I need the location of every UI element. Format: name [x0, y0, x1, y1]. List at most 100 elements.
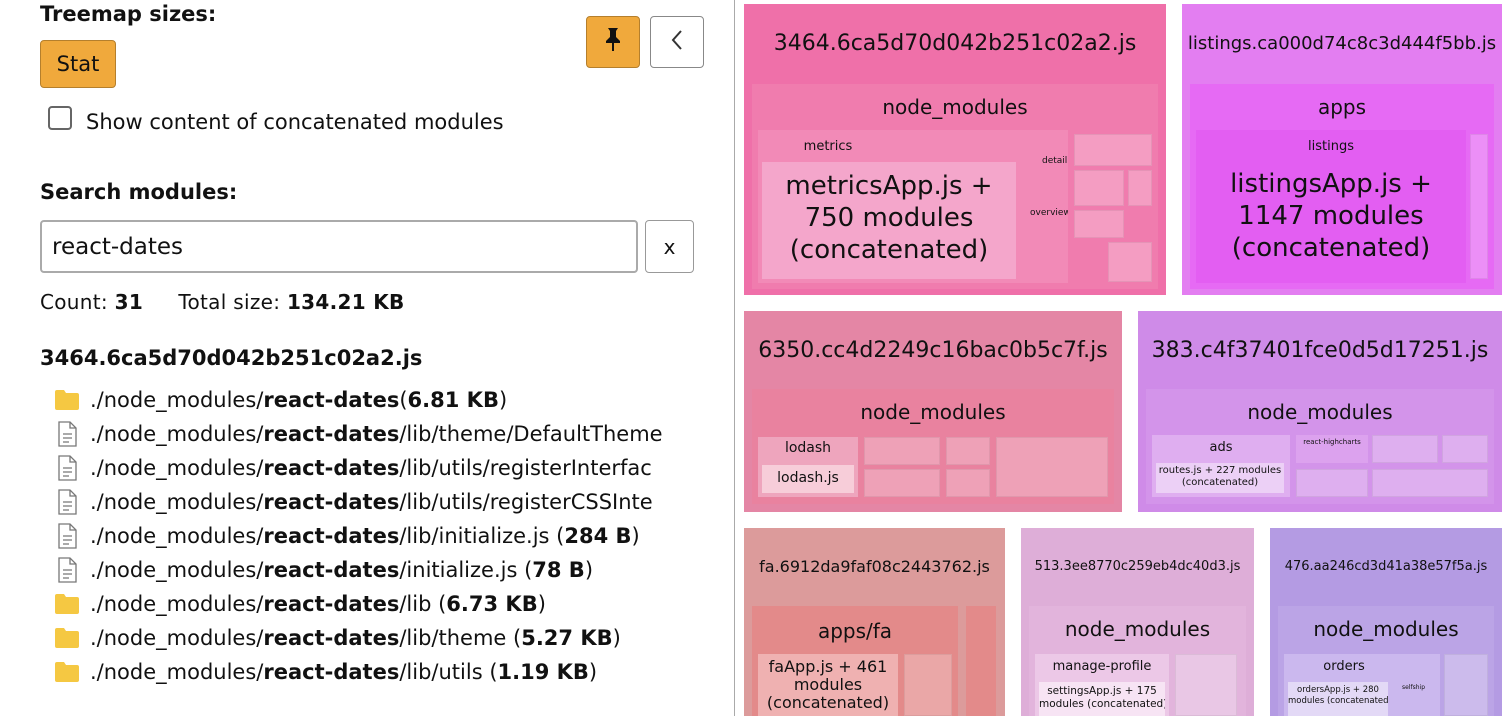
- result-path-prefix: ./node_modules/: [90, 524, 264, 548]
- search-result-item[interactable]: ./node_modules/react-dates/lib/theme (5.…: [54, 623, 694, 653]
- chunk-label: 3464.6ca5d70d042b251c02a2.js: [773, 31, 1137, 56]
- concat-label-line2: 1147 modules: [1238, 201, 1424, 231]
- search-result-item[interactable]: ./node_modules/react-dates/initialize.js…: [54, 555, 694, 585]
- search-title: Search modules:: [40, 180, 238, 204]
- treemap-group[interactable]: apps/fa faApp.js + 461 modules (concaten…: [752, 606, 958, 716]
- result-size-close: ): [498, 388, 508, 412]
- toggle-sidebar-button[interactable]: [650, 16, 704, 68]
- treemap-folder[interactable]: manage-profile settingsApp.js + 175 modu…: [1035, 654, 1169, 716]
- treemap-group[interactable]: node_modules metrics metricsApp.js + 750…: [752, 84, 1158, 289]
- result-size-close: ): [588, 660, 598, 684]
- concat-modules-label[interactable]: Show content of concatenated modules: [86, 110, 504, 134]
- treemap-group[interactable]: node_modules lodash lodash.js: [752, 389, 1114, 504]
- result-size: 5.27 KB: [521, 626, 613, 650]
- treemap-group[interactable]: node_modules ads routes.js + 227 modules…: [1146, 389, 1494, 504]
- file-icon: [54, 455, 80, 481]
- treemap-chunk-383[interactable]: 383.c4f37401fce0d5d17251.js node_modules…: [1138, 311, 1502, 512]
- group-label: node_modules: [882, 95, 1028, 119]
- treemap-folder[interactable]: orders ordersApp.js + 280 modules (conca…: [1284, 654, 1440, 716]
- treemap-concat-module[interactable]: ordersApp.js + 280 modules (concatenated…: [1288, 682, 1388, 716]
- result-path-prefix: ./node_modules/: [90, 558, 264, 582]
- treemap-concat-module[interactable]: metricsApp.js + 750 modules (concatenate…: [762, 162, 1016, 279]
- result-size: 78 B: [532, 558, 585, 582]
- treemap-folder[interactable]: react-highcharts: [1296, 435, 1368, 463]
- sidebar-resize-handle[interactable]: [734, 0, 735, 716]
- treemap-chunk-3464[interactable]: 3464.6ca5d70d042b251c02a2.js node_module…: [744, 4, 1166, 295]
- treemap-group[interactable]: node_modules manage-profile settingsApp.…: [1029, 606, 1246, 716]
- treemap-group[interactable]: apps listings listingsApp.js + 1147 modu…: [1190, 84, 1494, 289]
- treemap-concat-module[interactable]: settingsApp.js + 175 modules (concatenat…: [1039, 682, 1165, 716]
- result-path-match: react-dates: [263, 388, 400, 412]
- group-label: node_modules: [1064, 617, 1211, 641]
- result-path-suffix: (: [399, 388, 408, 412]
- group-label: node_modules: [1247, 400, 1393, 424]
- treemap-chunk-listings[interactable]: listings.ca000d74c8c3d444f5bb.js apps li…: [1182, 4, 1502, 295]
- file-icon: [54, 557, 80, 583]
- search-result-item[interactable]: ./node_modules/react-dates/lib/initializ…: [54, 521, 694, 551]
- treemap-folder[interactable]: lodash lodash.js: [758, 437, 858, 497]
- result-path-suffix: /lib/theme (: [399, 626, 522, 650]
- treemap-chunk-513[interactable]: 513.3ee8770c259eb4dc40d3.js node_modules…: [1021, 528, 1254, 716]
- treemap[interactable]: 3464.6ca5d70d042b251c02a2.js node_module…: [736, 0, 1510, 716]
- treemap-concat-module[interactable]: routes.js + 227 modules (concatenated): [1156, 463, 1284, 493]
- result-path-suffix: /lib/utils/registerInterfac: [399, 456, 652, 480]
- concat-label-line3: (concatenated): [766, 693, 890, 712]
- pin-sidebar-button[interactable]: [586, 16, 640, 68]
- treemap-module[interactable]: lodash.js: [762, 465, 854, 493]
- result-path-match: react-dates: [263, 592, 400, 616]
- sidebar: Treemap sizes: Stat Show content of conc…: [0, 0, 735, 716]
- search-result-item[interactable]: ./node_modules/react-dates/lib/utils (1.…: [54, 657, 694, 687]
- search-result-item[interactable]: ./node_modules/react-dates/lib/theme/Def…: [54, 419, 694, 449]
- treemap-folder[interactable]: ads routes.js + 227 modules (concatenate…: [1152, 435, 1290, 497]
- concat-modules-checkbox[interactable]: [48, 106, 72, 130]
- treemap-group[interactable]: [966, 606, 996, 716]
- folder-label: metrics: [803, 139, 853, 154]
- result-path-match: react-dates: [263, 626, 400, 650]
- concat-label-line2: 750 modules: [804, 203, 974, 233]
- concat-label-line1: faApp.js + 461: [768, 657, 888, 676]
- search-result-item[interactable]: ./node_modules/react-dates/lib (6.73 KB): [54, 589, 694, 619]
- search-result-item[interactable]: ./node_modules/react-dates (6.81 KB): [54, 385, 694, 415]
- treemap-concat-module[interactable]: faApp.js + 461 modules (concatenated): [758, 654, 898, 716]
- treemap-group[interactable]: node_modules orders ordersApp.js + 280 m…: [1278, 606, 1494, 716]
- search-result-item[interactable]: ./node_modules/react-dates/lib/utils/reg…: [54, 453, 694, 483]
- search-input[interactable]: [40, 220, 638, 273]
- concat-label-line1: ordersApp.js + 280: [1297, 685, 1379, 695]
- folder-label: manage-profile: [1052, 659, 1152, 674]
- result-path-match: react-dates: [263, 524, 400, 548]
- result-path-prefix: ./node_modules/: [90, 490, 264, 514]
- result-path-prefix: ./node_modules/: [90, 422, 264, 446]
- result-path-prefix: ./node_modules/: [90, 592, 264, 616]
- group-label: apps/fa: [817, 619, 893, 643]
- pin-icon: [604, 27, 622, 57]
- concat-label-line2: modules (concatenated): [1288, 696, 1388, 706]
- result-path-match: react-dates: [263, 456, 400, 480]
- treemap-chunk-6350[interactable]: 6350.cc4d2249c16bac0b5c7f.js node_module…: [744, 311, 1122, 512]
- stat-size-button[interactable]: Stat: [40, 40, 116, 88]
- folder-icon: [54, 592, 80, 616]
- total-size-label: Total size:: [178, 290, 281, 314]
- result-path-suffix: /lib/theme/DefaultTheme: [399, 422, 663, 446]
- result-size-close: ): [631, 524, 640, 548]
- treemap-chunk-476[interactable]: 476.aa246cd3d41a38e57f5a.js node_modules…: [1270, 528, 1502, 716]
- chunk-label: listings.ca000d74c8c3d444f5bb.js: [1187, 33, 1497, 54]
- treemap-chunk-fa[interactable]: fa.6912da9faf08c2443762.js apps/fa faApp…: [744, 528, 1005, 716]
- result-path-suffix: /lib/utils (: [399, 660, 498, 684]
- search-result-item[interactable]: ./node_modules/react-dates/lib/utils/reg…: [54, 487, 694, 517]
- folder-icon: [54, 626, 80, 650]
- result-size: 6.73 KB: [446, 592, 538, 616]
- result-path-prefix: ./node_modules/: [90, 660, 264, 684]
- group-label: node_modules: [860, 400, 1006, 424]
- result-size: 284 B: [564, 524, 632, 548]
- chevron-left-icon: [670, 26, 684, 59]
- folder-icon: [54, 388, 80, 412]
- treemap-folder[interactable]: metrics metricsApp.js + 750 modules (con…: [758, 130, 1068, 283]
- chunk-label: 513.3ee8770c259eb4dc40d3.js: [1034, 559, 1241, 574]
- clear-search-button[interactable]: x: [645, 220, 694, 273]
- chunk-label: fa.6912da9faf08c2443762.js: [759, 557, 990, 576]
- concat-label-line1: listingsApp.js +: [1230, 169, 1432, 199]
- file-icon: [54, 489, 80, 515]
- result-size-close: ): [612, 626, 621, 650]
- treemap-folder[interactable]: listings listingsApp.js + 1147 modules (…: [1196, 130, 1466, 283]
- result-size-close: ): [537, 592, 546, 616]
